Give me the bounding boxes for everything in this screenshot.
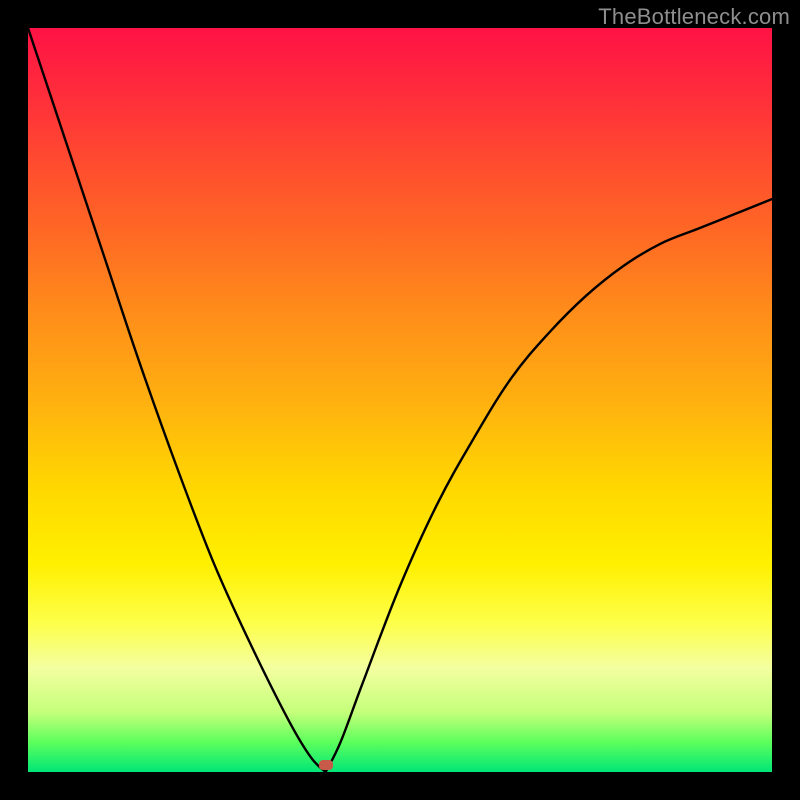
plot-area — [28, 28, 772, 772]
bottleneck-curve — [28, 28, 772, 772]
optimum-marker-icon — [319, 760, 333, 770]
chart-frame: TheBottleneck.com — [0, 0, 800, 800]
watermark: TheBottleneck.com — [598, 4, 790, 30]
